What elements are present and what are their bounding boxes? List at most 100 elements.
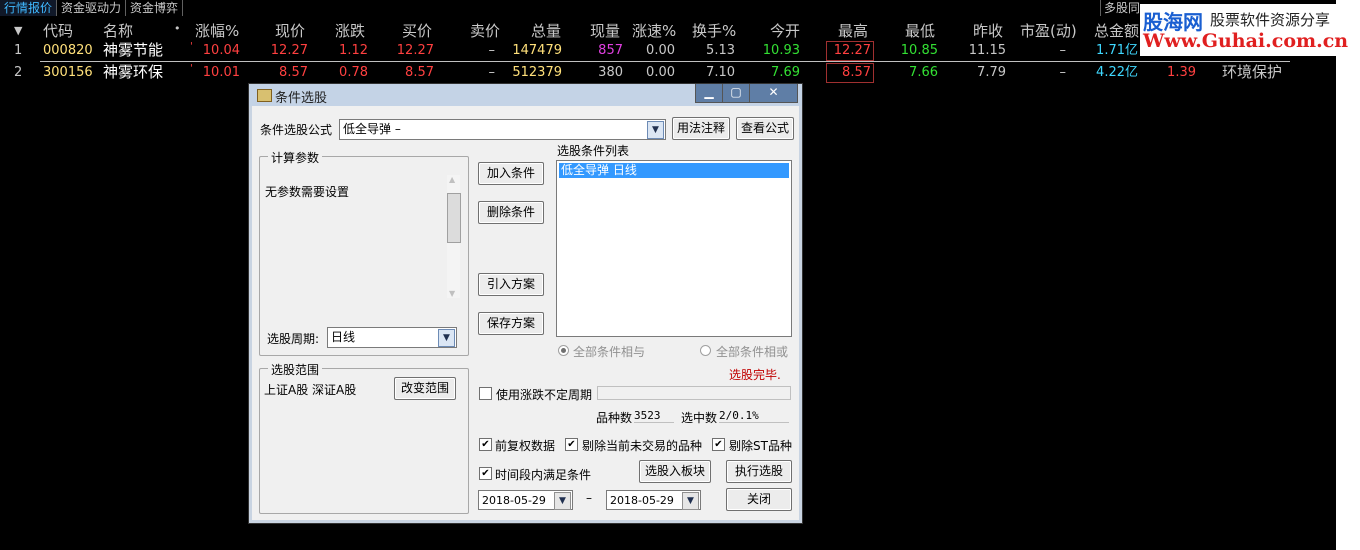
import-scheme-button[interactable]: 引入方案: [478, 273, 544, 296]
price: 8.57: [279, 65, 308, 80]
fq-label: 前复权数据: [495, 439, 556, 453]
col-header-bid[interactable]: 买价: [402, 20, 432, 40]
condition-list[interactable]: 低全导弹 日线: [556, 160, 792, 337]
scroll-down-icon[interactable]: ▼: [449, 289, 455, 298]
stock-code: 300156: [43, 65, 93, 80]
dialog-title: 条件选股: [275, 91, 328, 106]
dot-icon: •: [174, 22, 181, 35]
industry: 环境保护: [1222, 63, 1283, 81]
prev-close: 7.79: [977, 65, 1006, 80]
radio-or-label: 全部条件相或: [716, 345, 789, 359]
execute-button[interactable]: 执行选股: [726, 460, 792, 483]
count-label: 品种数: [596, 411, 633, 425]
save-scheme-button[interactable]: 保存方案: [478, 312, 544, 335]
fq-checkbox[interactable]: ✔: [479, 438, 492, 451]
exclude-st-checkbox[interactable]: ✔: [712, 438, 725, 451]
exclude-st-label: 剔除ST品种: [729, 439, 792, 453]
low: 7.66: [909, 65, 938, 80]
speed: 0.00: [646, 43, 675, 58]
chevron-down-icon[interactable]: ▼: [682, 492, 699, 510]
radio-or[interactable]: [700, 345, 711, 356]
tick-mark-icon: ': [190, 41, 193, 52]
to-block-button[interactable]: 选股入板块: [639, 460, 711, 483]
prev-close: 11.15: [968, 43, 1006, 58]
close-button[interactable]: 关闭: [726, 488, 792, 511]
uncertain-period-checkbox[interactable]: [479, 387, 492, 400]
col-header-volume[interactable]: 总量: [531, 20, 561, 40]
scroll-up-icon[interactable]: ▲: [449, 175, 455, 184]
col-header-name[interactable]: 名称: [103, 20, 133, 40]
chevron-down-icon[interactable]: ▼: [647, 121, 664, 139]
tab-fund-game[interactable]: 资金博弈: [126, 0, 184, 16]
exclude-nontrade-label: 剔除当前未交易的品种: [582, 439, 703, 453]
col-header-high[interactable]: 最高: [838, 20, 868, 40]
period-label: 选股周期:: [267, 332, 320, 346]
low: 10.85: [900, 43, 938, 58]
col-header-prev-close[interactable]: 昨收: [973, 20, 1003, 40]
condition-select-dialog: 条件选股 ▁ ▢ ✕ 条件选股公式 低全导弹 – ▼ 用法注释 查看公式 计算参…: [248, 83, 803, 524]
extra-value: 1.39: [1167, 65, 1196, 80]
date-separator: –: [586, 491, 592, 505]
scroll-thumb[interactable]: [447, 193, 461, 243]
date-from-value: 2018-05-29: [482, 494, 546, 507]
add-condition-button[interactable]: 加入条件: [478, 162, 544, 185]
period-satisfy-label: 时间段内满足条件: [495, 468, 592, 482]
exclude-nontrade-checkbox[interactable]: ✔: [565, 438, 578, 451]
date-from[interactable]: 2018-05-29 ▼: [478, 490, 573, 510]
tab-multi-stock[interactable]: 多股同: [1100, 0, 1140, 16]
range-group-title: 选股范围: [268, 361, 323, 378]
uncertain-period-label: 使用涨跌不定周期: [496, 388, 593, 402]
view-formula-button[interactable]: 查看公式: [736, 117, 794, 140]
row-index: 1: [14, 43, 23, 58]
tab-quote[interactable]: 行情报价: [0, 0, 58, 16]
price: 12.27: [270, 43, 308, 58]
list-item[interactable]: 低全导弹 日线: [559, 163, 789, 178]
col-header-change[interactable]: 涨跌: [335, 20, 365, 40]
change-range-button[interactable]: 改变范围: [394, 377, 456, 400]
right-edge: [1336, 0, 1360, 550]
period-select[interactable]: 日线 ▼: [327, 327, 457, 348]
col-header-ask[interactable]: 卖价: [470, 20, 500, 40]
col-header-cur-volume[interactable]: 现量: [590, 20, 620, 40]
col-header-pe[interactable]: 市盈(动): [1020, 20, 1077, 40]
open: 7.69: [771, 65, 800, 80]
period-satisfy-checkbox[interactable]: ✔: [479, 467, 492, 480]
bid: 8.57: [405, 65, 434, 80]
watermark-tagline: 股票软件资源分享: [1210, 11, 1331, 29]
delete-condition-button[interactable]: 删除条件: [478, 201, 544, 224]
tab-fund-drive[interactable]: 资金驱动力: [57, 0, 127, 16]
selected-value: 2/0.1%: [719, 409, 789, 423]
sort-arrow-icon[interactable]: ▼: [14, 24, 22, 37]
params-group-title: 计算参数: [268, 149, 323, 166]
col-header-open[interactable]: 今开: [770, 20, 800, 40]
top-tab-strip: 行情报价 资金驱动力 资金博弈: [0, 0, 184, 17]
formula-select[interactable]: 低全导弹 – ▼: [339, 119, 666, 140]
chevron-down-icon[interactable]: ▼: [438, 329, 455, 347]
row-separator: [40, 61, 1290, 62]
app-icon: [257, 89, 272, 102]
close-icon[interactable]: ✕: [749, 84, 798, 103]
chevron-down-icon[interactable]: ▼: [554, 492, 571, 510]
amount: 4.22亿: [1096, 65, 1138, 80]
params-scrollbar[interactable]: ▲ ▼: [447, 175, 461, 298]
stock-code: 000820: [43, 43, 93, 58]
bid: 12.27: [396, 43, 434, 58]
stock-name: 神雾环保: [103, 63, 164, 81]
radio-and[interactable]: [558, 345, 569, 356]
col-header-speed[interactable]: 涨速%: [632, 20, 676, 40]
volume: 147479: [512, 43, 562, 58]
date-to[interactable]: 2018-05-29 ▼: [606, 490, 701, 510]
col-header-pct[interactable]: 涨幅%: [195, 20, 239, 40]
range-text: 上证A股 深证A股: [264, 383, 357, 397]
col-header-price[interactable]: 现价: [275, 20, 305, 40]
usage-note-button[interactable]: 用法注释: [672, 117, 730, 140]
col-header-amount[interactable]: 总金额: [1094, 20, 1139, 40]
ask: –: [488, 43, 496, 58]
col-header-low[interactable]: 最低: [905, 20, 935, 40]
minimize-icon[interactable]: ▁: [695, 84, 723, 103]
high: 8.57: [826, 63, 874, 83]
col-header-turnover[interactable]: 换手%: [692, 20, 736, 40]
maximize-icon[interactable]: ▢: [722, 84, 750, 103]
col-header-code[interactable]: 代码: [43, 20, 73, 40]
status-text: 选股完毕.: [729, 368, 781, 382]
